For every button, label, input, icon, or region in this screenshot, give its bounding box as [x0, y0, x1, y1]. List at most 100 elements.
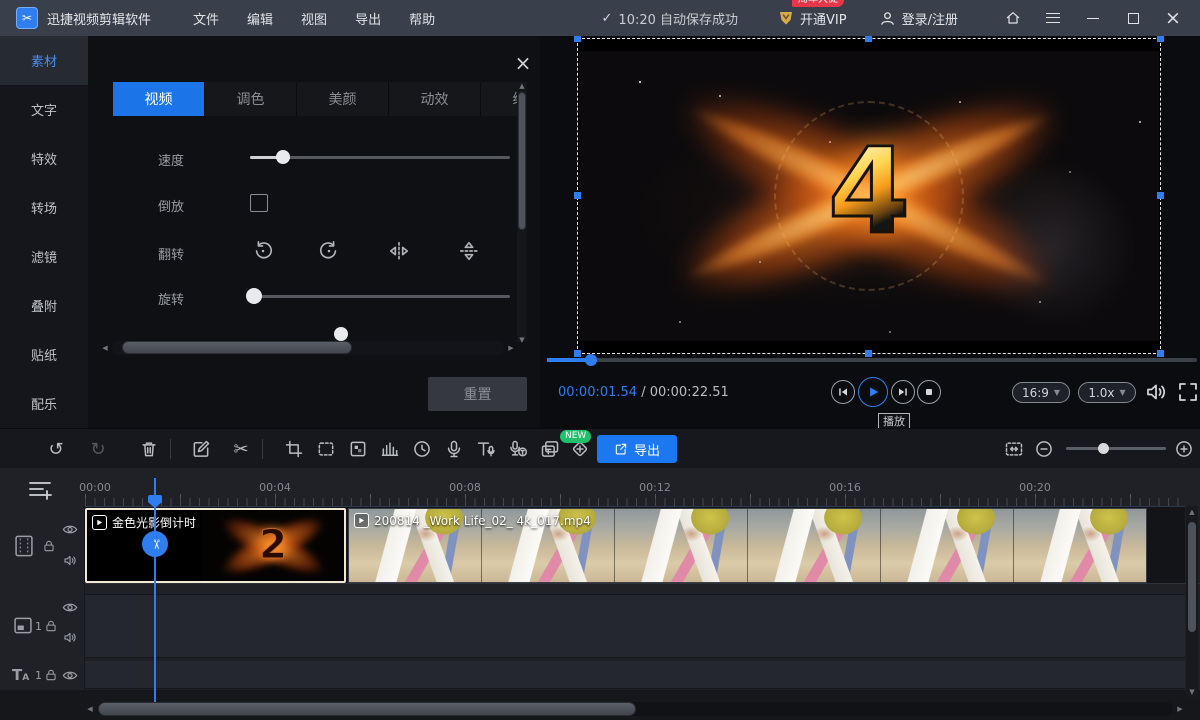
menu-file[interactable]: 文件 — [193, 9, 219, 28]
undo-button[interactable]: ↺ — [44, 437, 68, 461]
clip-countdown[interactable]: 2 金色光影倒计时 — [85, 508, 346, 583]
timeline-vscrollbar[interactable]: ▲ ▼ — [1186, 506, 1198, 698]
text-track-visibility-button[interactable] — [62, 669, 78, 682]
sidebar-item-media[interactable]: 素材 — [0, 36, 88, 85]
playhead[interactable] — [154, 478, 156, 702]
audio-wave-button[interactable] — [378, 437, 402, 461]
panel-hscrollbar[interactable]: ◀ ▶ — [100, 340, 516, 356]
handle-top-right[interactable] — [1157, 35, 1164, 42]
timeline-hscroll-thumb[interactable] — [98, 702, 636, 716]
handle-mid-left[interactable] — [574, 192, 581, 199]
panel-hscroll-thumb[interactable] — [122, 341, 352, 354]
minimize-button[interactable] — [1084, 9, 1102, 27]
handle-bottom-left[interactable] — [574, 350, 581, 357]
pip-track-mute-button[interactable] — [62, 630, 78, 645]
scroll-up-icon[interactable]: ▲ — [1187, 508, 1197, 516]
sidebar-item-overlays[interactable]: 叠附 — [0, 281, 88, 330]
tab-color[interactable]: 调色 — [205, 82, 297, 116]
pip-track-visibility-button[interactable] — [62, 601, 78, 614]
sidebar-item-transitions[interactable]: 转场 — [0, 183, 88, 232]
text-to-speech-button[interactable] — [474, 437, 498, 461]
pip-track-lock-button[interactable] — [44, 618, 58, 634]
handle-top-center[interactable] — [865, 35, 872, 42]
duration-button[interactable] — [410, 437, 434, 461]
split-button[interactable]: ✂ — [229, 437, 253, 461]
timeline-vscroll-thumb[interactable] — [1188, 522, 1196, 632]
flip-vertical-button[interactable] — [456, 238, 482, 264]
scroll-down-icon[interactable]: ▼ — [1187, 688, 1197, 696]
home-button[interactable] — [1004, 9, 1022, 27]
handle-mid-right[interactable] — [1157, 192, 1164, 199]
panel-vscrollbar[interactable]: ▲ ▼ — [517, 84, 527, 342]
rotate-slider-thumb[interactable] — [246, 288, 262, 304]
scroll-down-icon[interactable]: ▼ — [517, 336, 527, 344]
text-track-lock-button[interactable] — [44, 667, 58, 683]
reverse-checkbox[interactable] — [250, 194, 268, 212]
delete-button[interactable] — [137, 437, 161, 461]
reset-button[interactable]: 重置 — [428, 377, 527, 411]
video-track-mute-button[interactable] — [62, 553, 78, 568]
picture-in-picture-button[interactable] — [538, 437, 562, 461]
flip-horizontal-button[interactable] — [386, 238, 412, 264]
text-track-lane[interactable] — [0, 661, 1185, 689]
sidebar-item-music[interactable]: 配乐 — [0, 379, 88, 428]
timeline-zoom-out-button[interactable] — [1032, 437, 1056, 461]
hidden-slider-thumb[interactable] — [334, 327, 348, 341]
sidebar-item-text[interactable]: 文字 — [0, 85, 88, 134]
crop-button[interactable] — [282, 437, 306, 461]
video-selection-box[interactable]: 4 — [577, 38, 1161, 354]
scroll-left-icon[interactable]: ◀ — [100, 344, 110, 352]
sidebar-item-filters[interactable]: 滤镜 — [0, 232, 88, 281]
maximize-button[interactable] — [1124, 9, 1142, 27]
volume-button[interactable] — [1144, 380, 1168, 404]
scroll-up-icon[interactable]: ▲ — [517, 82, 527, 90]
export-button[interactable]: 导出 — [597, 435, 677, 463]
rotate-ccw-button[interactable] — [250, 238, 276, 264]
preview-seekbar[interactable] — [547, 358, 1197, 362]
menu-help[interactable]: 帮助 — [409, 9, 435, 28]
handle-top-left[interactable] — [574, 35, 581, 42]
redo-button[interactable]: ↻ — [86, 437, 110, 461]
tab-motion[interactable]: 动效 — [389, 82, 481, 116]
menu-edit[interactable]: 编辑 — [247, 9, 273, 28]
canvas-ratio-button[interactable] — [314, 437, 338, 461]
speech-to-text-button[interactable] — [506, 437, 530, 461]
menu-view[interactable]: 视图 — [301, 9, 327, 28]
sidebar-item-effects[interactable]: 特效 — [0, 134, 88, 183]
handle-bottom-center[interactable] — [865, 350, 872, 357]
prev-frame-button[interactable] — [831, 380, 855, 404]
mosaic-button[interactable] — [346, 437, 370, 461]
fullscreen-button[interactable] — [1176, 380, 1200, 404]
video-track-lock-button[interactable] — [42, 538, 56, 554]
timeline-zoom-thumb[interactable] — [1098, 443, 1109, 454]
close-button[interactable]: × — [1164, 9, 1182, 27]
add-track-button[interactable] — [28, 480, 52, 500]
play-button[interactable] — [858, 377, 888, 407]
handle-bottom-right[interactable] — [1157, 350, 1164, 357]
pip-track-lane[interactable] — [0, 594, 1185, 658]
scroll-left-icon[interactable]: ◀ — [85, 705, 95, 713]
timeline-hscrollbar[interactable]: ◀ ▶ — [85, 701, 1185, 717]
edit-clip-button[interactable] — [189, 437, 213, 461]
tab-video[interactable]: 视频 — [113, 82, 205, 116]
rotate-slider[interactable] — [250, 295, 510, 298]
record-audio-button[interactable] — [442, 437, 466, 461]
next-frame-button[interactable] — [891, 380, 915, 404]
scroll-right-icon[interactable]: ▶ — [506, 344, 516, 352]
speed-slider[interactable] — [250, 156, 510, 159]
tab-beauty[interactable]: 美颜 — [297, 82, 389, 116]
stop-button[interactable] — [917, 380, 941, 404]
playback-rate-dropdown[interactable]: 1.0x ▼ — [1078, 382, 1136, 403]
panel-close-button[interactable]: × — [512, 52, 534, 74]
scroll-right-icon[interactable]: ▶ — [1175, 705, 1185, 713]
fit-timeline-button[interactable] — [1002, 437, 1026, 461]
menu-export[interactable]: 导出 — [355, 9, 381, 28]
main-menu-button[interactable] — [1044, 9, 1062, 27]
timeline-zoom-slider[interactable] — [1066, 447, 1166, 450]
rotate-cw-button[interactable] — [316, 238, 342, 264]
speed-slider-thumb[interactable] — [276, 150, 290, 164]
vip-upgrade-button[interactable]: 开通VIP 周年大促 — [778, 9, 847, 28]
video-track-visibility-button[interactable] — [62, 523, 78, 536]
aspect-ratio-dropdown[interactable]: 16:9 ▼ — [1012, 382, 1070, 403]
panel-vscroll-thumb[interactable] — [518, 92, 526, 230]
